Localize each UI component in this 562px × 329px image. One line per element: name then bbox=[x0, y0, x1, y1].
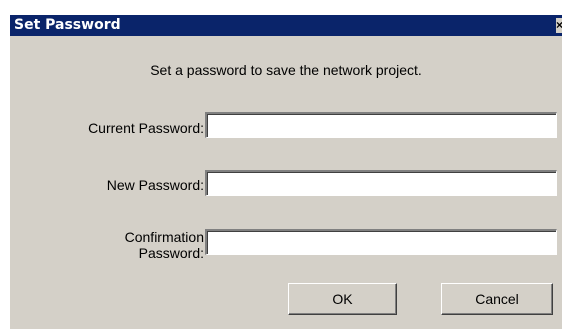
title-bar[interactable]: Set Password × bbox=[10, 15, 562, 36]
confirmation-label-line1: Confirmation bbox=[124, 229, 204, 245]
current-password-field[interactable] bbox=[205, 112, 557, 138]
new-password-field[interactable] bbox=[205, 170, 557, 196]
confirmation-password-field[interactable] bbox=[205, 229, 557, 255]
instruction-text: Set a password to save the network proje… bbox=[150, 62, 422, 78]
confirmation-label-line2: Password: bbox=[138, 245, 204, 261]
set-password-dialog: Set Password × Set a password to save th… bbox=[10, 15, 562, 329]
dialog-title: Set Password bbox=[14, 17, 121, 33]
new-password-label: New Password: bbox=[106, 177, 204, 193]
confirmation-password-label: Confirmation Password: bbox=[125, 229, 204, 261]
close-icon[interactable]: × bbox=[556, 18, 562, 33]
cancel-button[interactable]: Cancel bbox=[441, 283, 553, 315]
ok-button[interactable]: OK bbox=[288, 283, 397, 315]
current-password-label: Current Password: bbox=[88, 120, 204, 136]
